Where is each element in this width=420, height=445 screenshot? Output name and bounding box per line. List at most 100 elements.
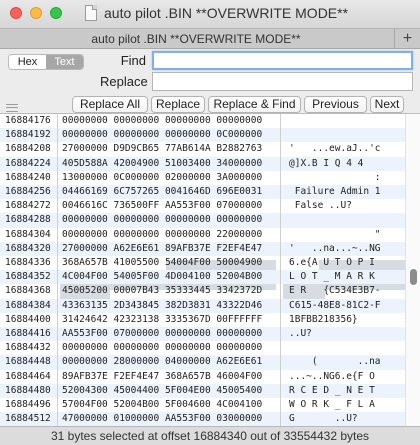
hex-view[interactable]: 16884176 00000000 00000000 00000000 00000…	[0, 114, 420, 426]
hex-row[interactable]: 16884336 368A657B 41005500 54004F00 50004…	[0, 256, 420, 270]
row-hex-bytes[interactable]: 4C004F00 54005F00 4D004100 52004B00	[62, 270, 262, 284]
row-offset: 16884304	[5, 228, 51, 240]
row-ascii-text[interactable]: 6.e{A U T O P I	[289, 256, 375, 270]
hex-row[interactable]: 16884368 45005200 00007B43 35333445 33423…	[0, 284, 420, 298]
hex-row[interactable]: 16884288 00000000 00000000 00000000 00000…	[0, 213, 420, 228]
hex-row[interactable]: 16884400 31424642 42323138 3335367D 00FFF…	[0, 313, 420, 327]
row-hex-bytes[interactable]: 04466169 6C757265 0041646D 696E0031	[62, 185, 262, 199]
close-window-button[interactable]	[10, 7, 22, 19]
row-ascii-text[interactable]: ' ...ew.aJ..'c	[289, 142, 381, 156]
row-ascii-text[interactable]: "	[289, 228, 381, 242]
hex-row[interactable]: 16884208 27000000 D9D9CB65 77AB614A B2882…	[0, 142, 420, 156]
hex-row[interactable]: 16884320 27000000 A62E6E61 89AFB37E F2EF4…	[0, 241, 420, 256]
row-hex-bytes[interactable]: 405D588A 42004900 51003400 34000000	[62, 157, 262, 171]
row-offset: 16884464	[5, 370, 51, 382]
row-hex-bytes[interactable]: 00000000 00000000 00000000 00000000	[62, 213, 262, 227]
row-offset: 16884208	[5, 143, 51, 155]
zoom-window-button[interactable]	[50, 7, 62, 19]
hex-row[interactable]: 16884192 00000000 00000000 00000000 0C000…	[0, 128, 420, 143]
hex-row[interactable]: 16884416 AA553F00 07000000 00000000 00000…	[0, 327, 420, 342]
row-hex-bytes[interactable]: 52004300 45004400 5F004E00 45005400	[62, 384, 262, 398]
document-icon[interactable]	[85, 5, 97, 21]
next-button[interactable]: Next	[370, 96, 404, 113]
text-mode-button[interactable]: Text	[46, 55, 83, 69]
hex-row[interactable]: 16884464 89AFB37E F2EF4E47 368A657B 46004…	[0, 370, 420, 384]
document-tab[interactable]: auto pilot .BIN **OVERWRITE MODE**	[0, 32, 392, 46]
hex-row[interactable]: 16884496 57004F00 52004B00 5F004600 4C004…	[0, 398, 420, 412]
row-offset: 16884240	[5, 171, 51, 183]
row-offset: 16884256	[5, 186, 51, 197]
row-offset: 16884384	[5, 299, 51, 311]
row-ascii-text[interactable]: Failure Admin 1	[289, 185, 381, 199]
row-hex-bytes[interactable]: 00000000 28000000 04000000 A62E6E61	[62, 355, 262, 369]
row-ascii-text[interactable]: ..U?	[289, 327, 312, 341]
row-hex-bytes[interactable]: 43363135 2D343845 382D3831 43322D46	[62, 299, 262, 313]
row-ascii-text[interactable]: ( ..na	[289, 355, 381, 369]
row-hex-bytes[interactable]: 00000000 00000000 00000000 0C000000	[62, 128, 262, 142]
row-ascii-text[interactable]: C615-48E8-81C2-F	[289, 299, 381, 313]
replace-buttons-row: Replace All Replace Replace & Find Previ…	[0, 94, 420, 114]
resize-grip-icon[interactable]	[6, 104, 18, 112]
scrollbar-thumb[interactable]	[410, 269, 417, 285]
title-bar[interactable]: auto pilot .BIN **OVERWRITE MODE**	[0, 0, 420, 28]
row-ascii-text[interactable]: W O R K _ F L A	[289, 398, 375, 412]
add-tab-button[interactable]: +	[394, 29, 420, 49]
replace-input[interactable]	[153, 73, 412, 90]
row-ascii-text[interactable]: ...~..NG6.e{F O	[289, 370, 375, 384]
replace-field[interactable]	[152, 72, 413, 91]
row-hex-bytes[interactable]: 368A657B 41005500 54004F00 50004900	[62, 256, 262, 270]
hex-row[interactable]: 16884448 00000000 28000000 04000000 A62E6…	[0, 355, 420, 370]
row-offset: 16884272	[5, 200, 51, 212]
replace-label: Replace	[100, 74, 148, 89]
row-ascii-text[interactable]: ' ..na...~..NG	[289, 242, 381, 256]
hex-row[interactable]: 16884432 00000000 00000000 00000000 00000…	[0, 341, 420, 355]
tab-bar: auto pilot .BIN **OVERWRITE MODE** +	[0, 28, 420, 49]
row-hex-bytes[interactable]: 47000000 01000000 AA553F00 03000000	[62, 412, 262, 426]
row-hex-bytes[interactable]: 13000000 0C000000 02000000 3A000000	[62, 171, 262, 185]
row-hex-bytes[interactable]: 31424642 42323138 3335367D 00FFFFFF	[62, 313, 262, 327]
hex-row[interactable]: 16884256 04466169 6C757265 0041646D 696E0…	[0, 185, 420, 200]
row-hex-bytes[interactable]: 27000000 D9D9CB65 77AB614A B2882763	[62, 142, 262, 156]
replace-button[interactable]: Replace	[151, 96, 205, 113]
replace-all-button[interactable]: Replace All	[72, 96, 148, 113]
hex-row[interactable]: 16884304 00000000 00000000 00000000 22000…	[0, 228, 420, 242]
row-offset: 16884448	[5, 356, 51, 368]
hex-row[interactable]: 16884480 52004300 45004400 5F004E00 45005…	[0, 383, 420, 398]
hex-row[interactable]: 16884512 47000000 01000000 AA553F00 03000…	[0, 412, 420, 426]
row-hex-bytes[interactable]: AA553F00 07000000 00000000 00000000	[62, 327, 262, 341]
row-ascii-text[interactable]: :	[289, 171, 381, 185]
row-offset: 16884288	[5, 214, 51, 226]
hex-row[interactable]: 16884384 43363135 2D343845 382D3831 43322…	[0, 298, 420, 313]
hex-row[interactable]: 16884240 13000000 0C000000 02000000 3A000…	[0, 171, 420, 185]
row-ascii-text[interactable]: R C E D _ N E T	[289, 384, 375, 398]
hex-row[interactable]: 16884272 0046616C 736500FF AA553F00 07000…	[0, 199, 420, 213]
row-offset: 16884416	[5, 328, 51, 339]
find-input[interactable]	[154, 53, 411, 68]
row-hex-bytes[interactable]: 89AFB37E F2EF4E47 368A657B 46004F00	[62, 370, 262, 384]
previous-button[interactable]: Previous	[304, 96, 367, 113]
row-offset: 16884512	[5, 413, 51, 425]
hex-row[interactable]: 16884176 00000000 00000000 00000000 00000…	[0, 114, 420, 128]
hex-row[interactable]: 16884224 405D588A 42004900 51003400 34000…	[0, 156, 420, 171]
row-hex-bytes[interactable]: 45005200 00007B43 35333445 3342372D	[62, 284, 262, 298]
row-hex-bytes[interactable]: 00000000 00000000 00000000 00000000	[62, 114, 262, 128]
row-offset: 16884352	[5, 271, 51, 283]
row-hex-bytes[interactable]: 0046616C 736500FF AA553F00 07000000	[62, 199, 262, 213]
vertical-scrollbar[interactable]	[405, 114, 420, 426]
row-ascii-text[interactable]: G ..U?	[289, 412, 358, 426]
row-ascii-text[interactable]: False ..U?	[289, 199, 352, 213]
find-label: Find	[120, 53, 146, 68]
row-hex-bytes[interactable]: 00000000 00000000 00000000 22000000	[62, 228, 262, 242]
hex-mode-button[interactable]: Hex	[9, 55, 46, 69]
row-ascii-text[interactable]: L O T _ M A R K	[289, 270, 375, 284]
row-ascii-text[interactable]: E R {C534E3B7-	[289, 284, 381, 298]
row-hex-bytes[interactable]: 27000000 A62E6E61 89AFB37E F2EF4E47	[62, 242, 262, 256]
row-hex-bytes[interactable]: 00000000 00000000 00000000 00000000	[62, 341, 262, 355]
hex-row[interactable]: 16884352 4C004F00 54005F00 4D004100 52004…	[0, 270, 420, 285]
row-ascii-text[interactable]: @]X.B I Q 4 4	[289, 157, 363, 171]
minimize-window-button[interactable]	[30, 7, 42, 19]
find-field[interactable]	[152, 51, 413, 70]
replace-and-find-button[interactable]: Replace & Find	[208, 96, 301, 113]
row-ascii-text[interactable]: 1BFBB218356}	[289, 313, 358, 327]
row-hex-bytes[interactable]: 57004F00 52004B00 5F004600 4C004100	[62, 398, 262, 412]
